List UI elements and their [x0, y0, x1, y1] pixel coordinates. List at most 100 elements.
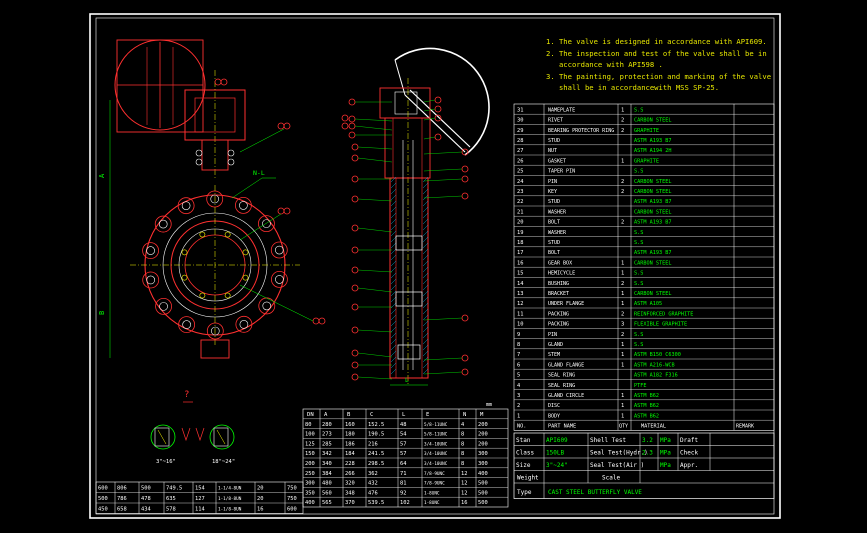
part-name: PACKING — [548, 322, 569, 328]
note-line: shall be in accordancewith MSS SP-25. — [546, 83, 720, 93]
dim-table-cell: 300 — [305, 481, 315, 487]
part-qty: 1 — [621, 301, 624, 307]
dim-table-low-cell: 20 — [257, 496, 264, 502]
title-weight-label: Weight — [517, 475, 539, 482]
part-name: BUSHING — [548, 281, 569, 287]
dim-table-cell: 190.5 — [368, 432, 384, 438]
part-number: 31 — [517, 107, 524, 113]
title-block-cell: MPa — [660, 462, 671, 469]
part-qty: 1 — [621, 362, 624, 368]
dim-table-cell: 7/8-9UNC — [424, 471, 445, 477]
dim-table-cell: 200 — [478, 441, 488, 447]
detail-label-large: 18"~24" — [212, 459, 235, 465]
title-block-cell: MPa — [660, 450, 671, 457]
dim-table-cell: 400 — [478, 471, 488, 477]
part-material: ASTM A194 2H — [634, 148, 671, 154]
part-material: ASTM B62 — [634, 413, 659, 419]
part-number: 1 — [517, 413, 520, 419]
section-view: L — [341, 47, 490, 386]
dim-table-low-cell: 434 — [141, 507, 151, 513]
part-material: CARBON STEEL — [634, 260, 671, 266]
part-name: TAPER PIN — [548, 169, 575, 175]
part-qty: 1 — [621, 158, 624, 164]
dim-table-cell: 180 — [345, 432, 355, 438]
dim-table-cell: 54 — [400, 432, 407, 438]
part-name: STUD — [548, 138, 560, 144]
part-name: BODY — [548, 413, 560, 419]
part-number: 14 — [517, 281, 524, 287]
dim-table-header: E — [426, 412, 430, 418]
part-material: ASTM A105 — [634, 301, 662, 307]
part-number: 13 — [517, 291, 524, 297]
dim-table-cell: 476 — [368, 490, 378, 496]
part-name: SEAL RING — [548, 383, 575, 389]
dim-table-low-cell: 114 — [195, 507, 205, 513]
title-block-cell: Stan — [516, 437, 531, 444]
dim-table-cell: 184 — [345, 451, 355, 457]
title-type-label: Type — [517, 489, 532, 496]
dim-table-header: C — [370, 412, 373, 418]
dim-table-header: L — [402, 412, 406, 418]
note-line: 3. The painting, protection and marking … — [546, 71, 772, 81]
part-name: WASHER — [548, 209, 567, 215]
dim-table-cell: 3/4-10UNC — [424, 451, 448, 457]
dim-table-cell: 160 — [345, 422, 355, 428]
part-name: BRACKET — [548, 291, 569, 297]
part-qty: 2 — [621, 220, 624, 226]
part-number: 30 — [517, 118, 524, 124]
dim-table-low-cell: 1-1/4-8UN — [218, 486, 242, 492]
part-number: 20 — [517, 220, 524, 226]
title-block-cell: Shell Test — [590, 437, 627, 444]
dim-table-cell: 8 — [461, 461, 464, 467]
part-material: ASTM A182 F316 — [634, 373, 678, 379]
dim-table-cell: 500 — [478, 500, 488, 506]
dim-table-cell: 92 — [400, 490, 407, 496]
dim-table-low-cell: 786 — [117, 496, 127, 502]
dim-table-low-cell: 600 — [98, 486, 108, 492]
dim-height-a: A — [98, 173, 106, 178]
dim-table-cell: 320 — [345, 481, 355, 487]
dim-table-cell: 5/8-11UNC — [424, 422, 448, 428]
part-number: 27 — [517, 148, 524, 154]
dim-table-low-cell: 450 — [98, 507, 108, 513]
title-scale-label: Scale — [602, 475, 620, 482]
parts-header-no: NO. — [517, 424, 526, 430]
part-qty: 2 — [621, 281, 624, 287]
parts-header-remark: REMARK — [736, 424, 754, 430]
title-type-value: CAST STEEL BUTTERFLY VALVE — [548, 489, 642, 496]
part-material: ASTM A193 B7 — [634, 199, 671, 205]
dim-table-low-cell: 20 — [257, 486, 264, 492]
part-name: PIN — [548, 179, 557, 185]
part-name: RIVET — [548, 118, 563, 124]
dim-table-cell: 500 — [478, 481, 488, 487]
part-number: 16 — [517, 260, 524, 266]
part-material: S.S — [634, 332, 643, 338]
title-block-cell: Seal Test(Hydr.) — [590, 450, 648, 457]
dim-table-cell: 300 — [478, 461, 488, 467]
dim-table-cell: 81 — [400, 481, 407, 487]
nl-callout-label: N-L — [253, 169, 265, 177]
part-material: REINFORCED GRAPHITE — [634, 311, 693, 317]
part-qty: 1 — [621, 403, 624, 409]
dim-table-cell: 5/8-11UNC — [424, 432, 448, 438]
dim-table-low-cell: 478 — [141, 496, 151, 502]
dim-table-cell: 342 — [322, 451, 332, 457]
part-material: ASTM B150 C6300 — [634, 352, 681, 358]
dim-table-cell: 250 — [305, 471, 315, 477]
part-name: SEAL RING — [548, 373, 575, 379]
part-qty: 2 — [621, 118, 624, 124]
part-material: ASTM B62 — [634, 393, 659, 399]
dim-table-low-cell: 16 — [257, 507, 264, 513]
note-line: 1. The valve is designed in accordance w… — [546, 37, 767, 46]
part-name: BOLT — [548, 220, 560, 226]
part-qty: 1 — [621, 413, 624, 419]
part-qty: 1 — [621, 352, 624, 358]
dimension-table: DN A B C L E N M 80 280 160 152.5 48 5/8-11UNC 4 200 100… — [302, 408, 509, 508]
dim-table-cell: 8 — [461, 451, 464, 457]
part-number: 17 — [517, 250, 524, 256]
dim-table-cell: 216 — [368, 441, 378, 447]
dim-table-cell: 565 — [322, 500, 332, 506]
part-material: ASTM A193 B7 — [634, 138, 671, 144]
detail-label-small: 3"~16" — [156, 459, 176, 465]
detail-marker: ? — [184, 390, 189, 400]
